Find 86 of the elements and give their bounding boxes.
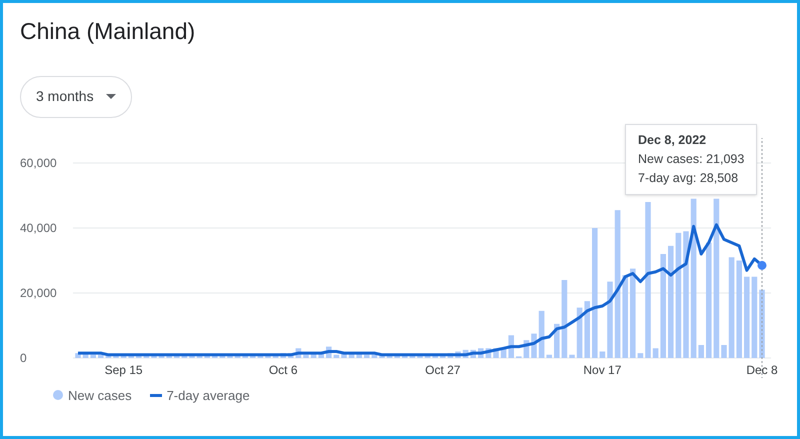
bar	[524, 340, 530, 358]
bar	[554, 323, 560, 358]
bar	[113, 354, 119, 358]
bar	[417, 354, 423, 358]
range-dropdown[interactable]: 3 months	[20, 76, 132, 118]
bar	[600, 351, 606, 358]
bar	[82, 352, 88, 358]
bar	[576, 307, 582, 358]
axis-label: 60,000	[20, 156, 57, 170]
axis-label: Nov 17	[583, 362, 622, 376]
bar	[402, 354, 408, 358]
tooltip-date: Dec 8, 2022	[638, 132, 708, 148]
bar	[296, 348, 302, 358]
axis-label: 40,000	[20, 220, 57, 234]
bar	[128, 354, 134, 358]
tooltip-line: New cases: 21,093	[638, 150, 744, 168]
bar	[493, 348, 499, 358]
bar	[189, 354, 195, 358]
bar	[220, 354, 226, 358]
bar	[364, 354, 370, 358]
bar	[500, 348, 506, 358]
bar	[75, 352, 81, 358]
bar	[318, 352, 324, 358]
bar	[348, 352, 354, 358]
bar	[326, 346, 332, 358]
bar	[721, 344, 727, 358]
bar	[227, 354, 233, 358]
bar	[638, 352, 644, 358]
axis-label: Dec 8	[746, 362, 778, 376]
axis-label: 20,000	[20, 286, 57, 300]
bar	[379, 354, 385, 358]
bar	[394, 354, 400, 358]
bar	[546, 354, 552, 358]
bar	[265, 354, 271, 358]
bar	[212, 354, 218, 358]
bar	[166, 354, 172, 358]
bar	[151, 354, 157, 358]
bar	[538, 310, 544, 358]
bar	[234, 354, 240, 358]
bar	[158, 354, 164, 358]
bar	[584, 300, 590, 358]
bar	[106, 354, 112, 358]
bar	[424, 354, 430, 358]
bar	[698, 344, 704, 358]
bar	[652, 348, 658, 358]
hover-dot	[758, 260, 766, 270]
bar	[410, 354, 416, 358]
bar	[341, 352, 347, 358]
axis-label: Oct 27	[425, 362, 460, 376]
bar	[372, 354, 378, 358]
legend-label: New cases	[68, 386, 132, 404]
bar	[386, 354, 392, 358]
legend-label: 7-day average	[166, 386, 250, 405]
bar	[182, 354, 188, 358]
bar	[144, 354, 150, 358]
tooltip-line: 7-day avg: 28,508	[638, 170, 740, 186]
bar	[455, 351, 461, 358]
bar	[486, 348, 492, 358]
bar	[204, 354, 210, 358]
bar	[531, 333, 537, 358]
bar	[196, 354, 202, 358]
bar	[569, 354, 575, 358]
bar	[440, 354, 446, 358]
bar	[356, 352, 362, 358]
bar	[250, 354, 256, 358]
bar	[174, 354, 180, 358]
bar	[120, 354, 126, 358]
bar	[432, 354, 438, 358]
axis-label: 0	[20, 350, 27, 364]
page-title: China (Mainland)	[20, 17, 196, 46]
caret-icon	[106, 94, 116, 99]
bar	[759, 289, 765, 358]
bar	[272, 354, 278, 358]
bar	[303, 354, 309, 358]
bar	[334, 354, 340, 358]
bar	[98, 354, 104, 358]
axis-label: Sep 15	[104, 362, 143, 376]
bar	[242, 354, 248, 358]
bar	[90, 354, 96, 358]
bar	[470, 349, 476, 358]
bar	[478, 348, 484, 358]
axis-label: Oct 6	[268, 362, 298, 376]
bar	[136, 354, 142, 358]
bar	[462, 349, 468, 358]
bar	[258, 354, 264, 358]
bar	[310, 352, 316, 358]
